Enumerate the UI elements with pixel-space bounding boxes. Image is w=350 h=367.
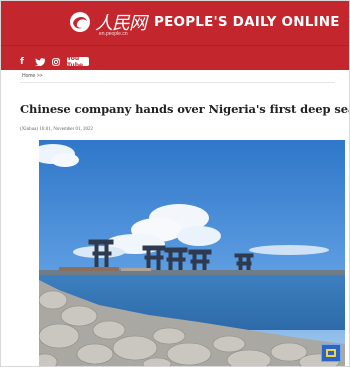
breadcrumb[interactable]: Home >> [22,73,43,79]
site-header: 人民网 en.people.cn PEOPLE'S DAILY ONLINE [1,1,349,45]
xinhua-logo-icon [321,344,341,362]
port-cranes-photo [39,140,345,366]
twitter-icon[interactable] [35,57,45,66]
article-dateline: (Xinhua) 16:01, November 01, 2022 [20,127,94,132]
social-bar: f You Tube [1,45,349,70]
site-logo[interactable]: 人民网 en.people.cn PEOPLE'S DAILY ONLINE [69,9,340,37]
divider [20,82,335,83]
youtube-icon[interactable]: You Tube [67,55,89,69]
people-swirl-icon [70,12,90,32]
facebook-icon[interactable]: f [18,57,26,67]
article-title: Chinese company hands over Nigeria's fir… [20,102,350,116]
instagram-icon[interactable] [52,57,60,66]
logo-url: en.people.cn [99,31,128,37]
page-frame: 人民网 en.people.cn PEOPLE'S DAILY ONLINE f… [0,0,350,367]
article-photo [39,140,345,366]
brand-title: PEOPLE'S DAILY ONLINE [154,14,340,30]
